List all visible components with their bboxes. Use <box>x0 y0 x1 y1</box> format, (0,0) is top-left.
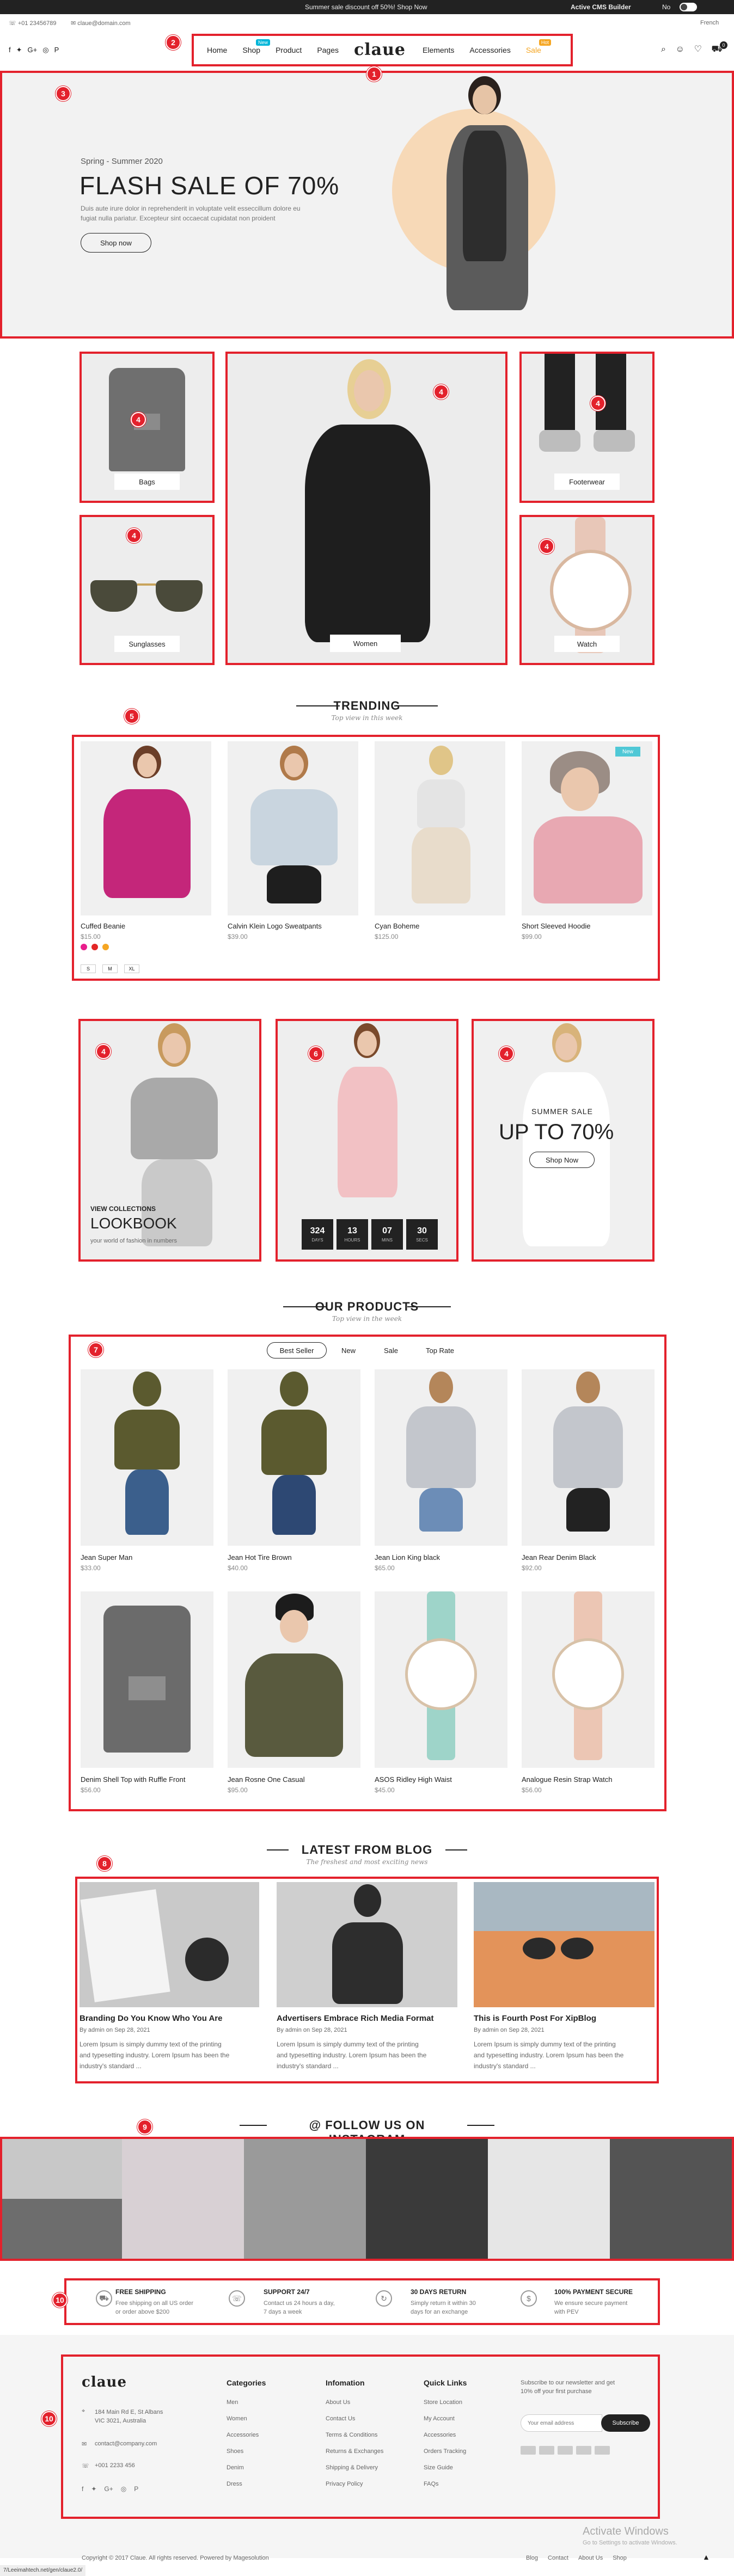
wishlist-icon[interactable]: ♡ <box>694 44 702 54</box>
hot-badge: Hot <box>539 39 551 46</box>
hero-text-2: fugiat nulla pariatur. Excepteur sint oc… <box>81 214 276 222</box>
blog-highlight-box <box>75 1877 659 2083</box>
nav-home[interactable]: Home <box>207 46 227 54</box>
annotation-marker: 4 <box>126 528 142 543</box>
activate-windows-title: Activate Windows <box>583 2525 669 2537</box>
annotation-marker: 1 <box>366 66 382 82</box>
title-line <box>445 1849 467 1850</box>
bottom-link-blog[interactable]: Blog <box>526 2555 538 2561</box>
pinterest-icon[interactable]: P <box>54 46 59 54</box>
phone-icon: ☏ <box>9 20 16 27</box>
blog-subtitle: The freshest and most exciting news <box>306 1858 428 1866</box>
nav-pages[interactable]: Pages <box>317 46 339 54</box>
title-line <box>240 2125 267 2126</box>
category-highlight-box <box>79 352 215 503</box>
annotation-marker: 7 <box>88 1342 103 1357</box>
trending-highlight-box <box>72 735 660 981</box>
hero-title: FLASH SALE OF 70% <box>79 171 340 200</box>
hero-shop-now-button[interactable]: Shop now <box>81 233 151 253</box>
facebook-icon[interactable]: f <box>9 46 11 54</box>
promo-highlight-box <box>276 1019 458 1262</box>
new-badge: New <box>256 39 271 46</box>
top-bar: Summer sale discount off 50%! Shop Now A… <box>0 0 734 14</box>
our-products-title: OUR PRODUCTS <box>315 1300 419 1313</box>
back-to-top-icon[interactable]: ▲ <box>702 2553 710 2561</box>
header-icons: ⌕ ☺ ♡ ⛟ <box>653 44 723 55</box>
site-logo[interactable]: claue <box>354 40 406 59</box>
email-address[interactable]: claue@domain.com <box>77 20 130 27</box>
annotation-marker: 4 <box>131 412 146 427</box>
cms-builder-label: Active CMS Builder <box>571 3 631 11</box>
user-icon[interactable]: ☺ <box>676 45 684 54</box>
promo-text[interactable]: Summer sale discount off 50%! Shop Now <box>305 3 427 11</box>
cms-toggle[interactable] <box>680 3 697 11</box>
features-highlight-box <box>64 2278 660 2325</box>
email-contact: ✉ claue@domain.com <box>71 20 131 27</box>
bottom-link-shop[interactable]: Shop <box>613 2555 627 2561</box>
mail-icon: ✉ <box>71 20 76 27</box>
phone-contact: ☏ +01 23456789 <box>9 20 57 27</box>
nav-elements[interactable]: Elements <box>423 46 454 54</box>
title-line <box>267 1849 289 1850</box>
bottom-link-about[interactable]: About Us <box>578 2555 603 2561</box>
hero-model-image <box>425 76 545 332</box>
instagram-icon[interactable]: ◎ <box>42 46 48 54</box>
nav-accessories[interactable]: Accessories <box>469 46 510 54</box>
annotation-marker: 10 <box>52 2292 68 2308</box>
footer-highlight-box <box>61 2354 660 2519</box>
annotation-marker: 4 <box>539 539 554 554</box>
annotation-marker: 2 <box>166 35 181 50</box>
copyright: Copyright © 2017 Claue. All rights reser… <box>82 2555 269 2561</box>
products-highlight-box <box>69 1335 666 1811</box>
bottom-link-contact[interactable]: Contact <box>548 2555 568 2561</box>
google-plus-icon[interactable]: G+ <box>28 46 38 54</box>
trending-title: TRENDING <box>333 699 401 712</box>
annotation-marker: 3 <box>56 86 71 101</box>
category-highlight-box <box>225 352 507 665</box>
annotation-marker: 5 <box>124 709 139 724</box>
footer-bottom-links: Blog Contact About Us Shop <box>526 2555 627 2561</box>
toggle-state: No <box>662 3 671 11</box>
status-url: 7/Leeimahtech.net/gen/claue2.0/ <box>0 2565 86 2576</box>
category-highlight-box <box>519 352 655 503</box>
hero-subtitle: Spring - Summer 2020 <box>81 157 163 166</box>
language-select[interactable]: French <box>700 20 719 26</box>
social-icons: f ✦ G+ ◎ P <box>9 46 59 54</box>
annotation-marker: 4 <box>96 1044 111 1059</box>
annotation-marker: 4 <box>499 1046 514 1061</box>
main-nav-right: Elements Accessories Sale Hot <box>415 39 551 54</box>
annotation-marker: 4 <box>433 384 449 399</box>
phone-number: +01 23456789 <box>17 20 57 27</box>
activate-windows-text: Go to Settings to activate Windows. <box>583 2540 677 2546</box>
search-icon[interactable]: ⌕ <box>661 45 666 54</box>
cart-count: 0 <box>720 41 727 49</box>
annotation-marker: 10 <box>41 2411 57 2426</box>
annotation-marker: 4 <box>590 396 605 411</box>
category-highlight-box <box>519 515 655 665</box>
annotation-marker: 8 <box>97 1856 112 1871</box>
instagram-highlight-box <box>0 2137 734 2261</box>
blog-title: LATEST FROM BLOG <box>301 1843 433 1856</box>
our-products-subtitle: Top view in the week <box>332 1315 402 1323</box>
nav-sale[interactable]: Sale Hot <box>526 39 551 54</box>
twitter-icon[interactable]: ✦ <box>16 46 22 54</box>
hero-text-1: Duis aute irure dolor in reprehenderit i… <box>81 205 301 212</box>
trending-subtitle: Top view in this week <box>331 714 403 722</box>
title-line <box>467 2125 494 2126</box>
annotation-marker: 9 <box>137 2119 152 2135</box>
nav-shop[interactable]: Shop New <box>242 39 271 54</box>
category-highlight-box <box>79 515 215 665</box>
main-nav-left: Home Shop New Product Pages <box>199 39 346 54</box>
nav-product[interactable]: Product <box>276 46 302 54</box>
annotation-marker: 6 <box>308 1046 323 1061</box>
